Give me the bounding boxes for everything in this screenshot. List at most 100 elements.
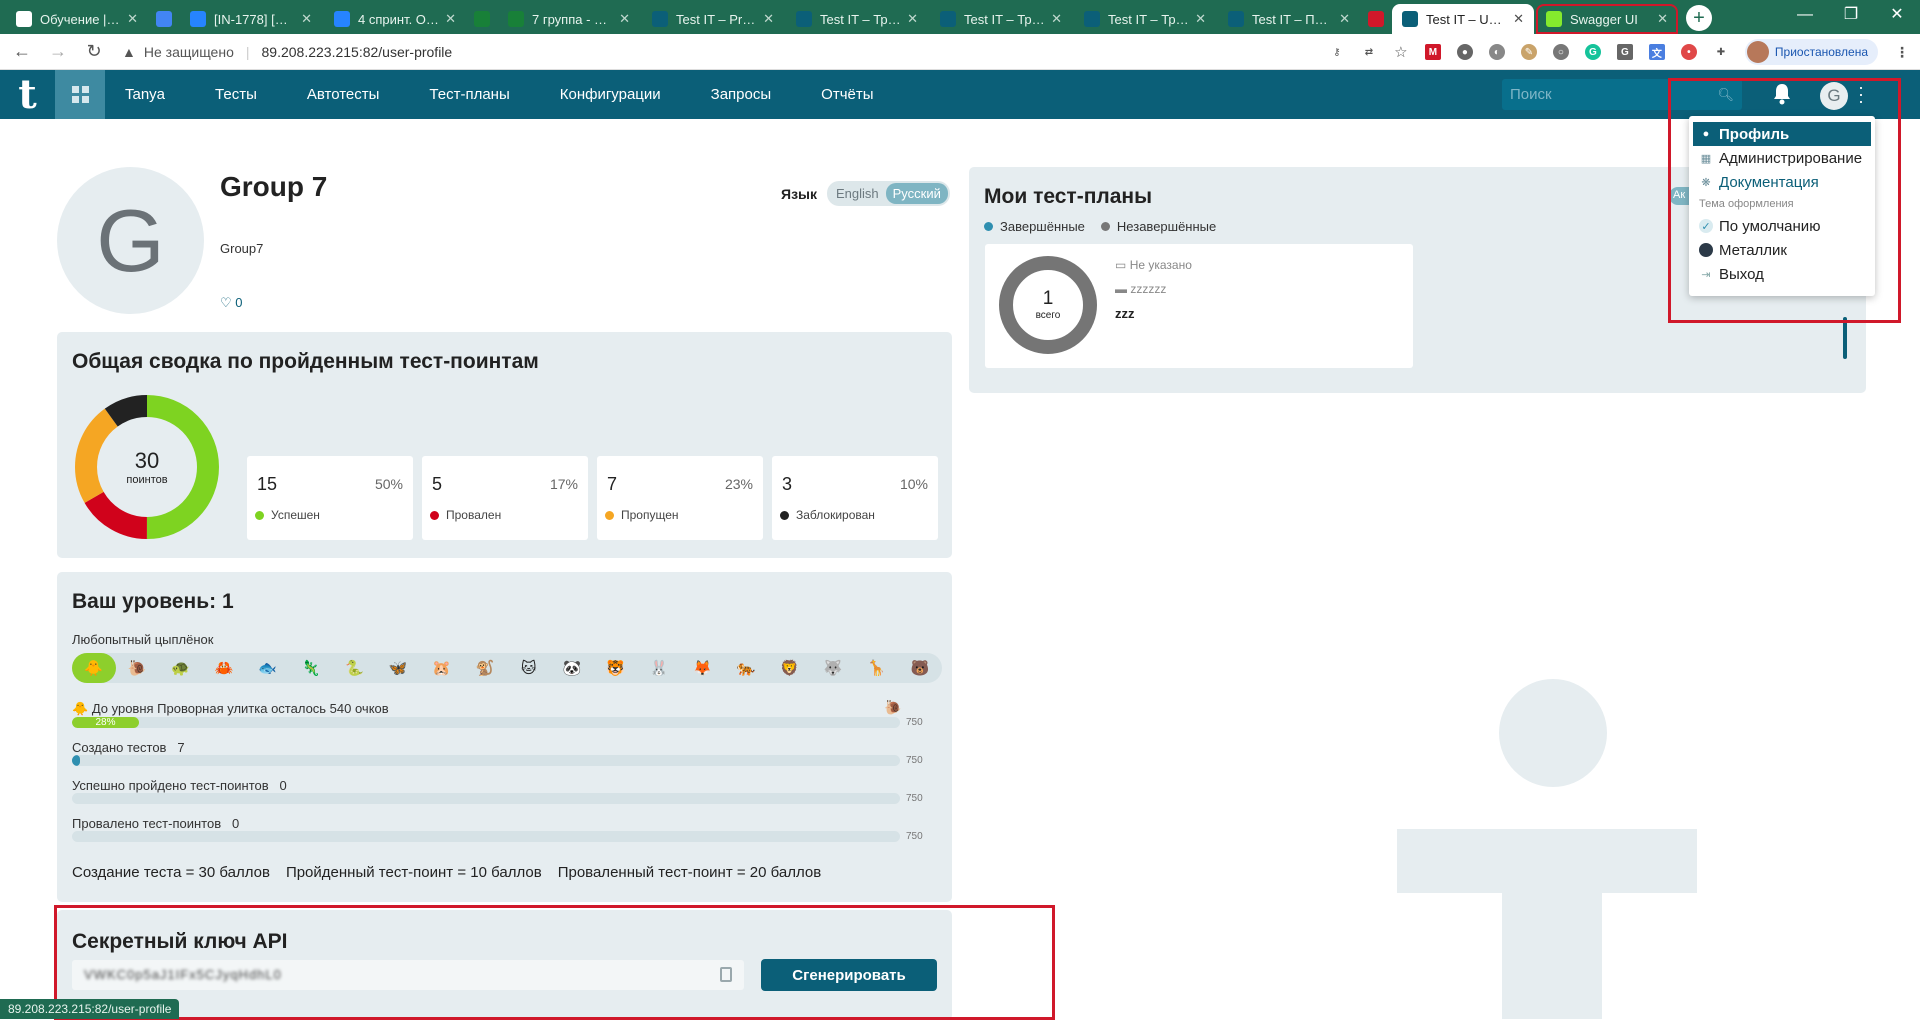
tab-close-icon[interactable]: ✕: [1339, 11, 1350, 27]
lang-english[interactable]: English: [829, 183, 886, 204]
extension-icon-3[interactable]: ○: [1552, 44, 1569, 60]
points-test-passed: Пройденный тест-поинт = 10 баллов: [285, 864, 542, 881]
star-icon[interactable]: ☆: [1393, 44, 1409, 61]
browser-tab[interactable]: Test IT – Требо ✕: [1074, 4, 1216, 34]
scroll-indicator[interactable]: [1843, 317, 1847, 359]
omnibox[interactable]: ▲ Не защищено | 89.208.223.215:82/user-p…: [122, 44, 1322, 60]
browser-tab[interactable]: [150, 4, 178, 34]
forward-icon[interactable]: →: [44, 38, 72, 66]
tab-close-icon[interactable]: ✕: [907, 11, 918, 27]
tab-close-icon[interactable]: ✕: [1513, 11, 1524, 27]
testit-logo[interactable]: t: [0, 70, 55, 119]
tab-close-icon[interactable]: ✕: [127, 11, 138, 27]
metal-theme-icon: [1699, 243, 1713, 257]
nav-link-test-plans[interactable]: Тест-планы: [429, 86, 509, 103]
menu-docs-label: Документация: [1719, 173, 1819, 191]
tab-favicon-icon: [334, 11, 350, 27]
browser-menu-icon[interactable]: ⋮: [1894, 44, 1910, 60]
extension-icon[interactable]: ◐: [1488, 44, 1505, 60]
tab-close-icon[interactable]: ✕: [1051, 11, 1062, 27]
browser-tab[interactable]: Test IT – Требо ✕: [786, 4, 928, 34]
browser-tab[interactable]: Test IT – Требо ✕: [930, 4, 1072, 34]
menu-item-logout[interactable]: ⇥ Выход: [1693, 262, 1871, 286]
tab-close-icon[interactable]: ✕: [619, 11, 630, 27]
nav-link-configurations[interactable]: Конфигурации: [560, 86, 661, 103]
browser-tab[interactable]: Test IT – Получ ✕: [1218, 4, 1360, 34]
status-bar-url: 89.208.223.215:82/user-profile: [0, 999, 180, 1019]
nav-link-requests[interactable]: Запросы: [711, 86, 772, 103]
translate-icon[interactable]: ⇄: [1361, 44, 1377, 60]
reload-icon[interactable]: ↻: [80, 38, 108, 66]
stat-failed-label: Провален: [446, 508, 502, 522]
tab-close-icon[interactable]: ✕: [445, 11, 456, 27]
tab-close-icon[interactable]: ✕: [1657, 11, 1668, 27]
plan-name: zzz: [1115, 306, 1135, 321]
menu-theme-default-label: По умолчанию: [1719, 217, 1821, 235]
level-animal-icon: 🐱: [520, 660, 537, 677]
lang-russian[interactable]: Русский: [885, 183, 948, 204]
browser-tab[interactable]: Test IT – Projec ✕: [642, 4, 784, 34]
menu-item-docs[interactable]: ❋ Документация: [1693, 170, 1871, 194]
nav-link-project[interactable]: Tanya: [125, 86, 165, 103]
back-icon[interactable]: ←: [8, 38, 36, 66]
nav-link-reports[interactable]: Отчёты: [821, 86, 873, 103]
menu-item-theme-metal[interactable]: Металлик: [1693, 238, 1871, 262]
tab-close-icon[interactable]: ✕: [763, 11, 774, 27]
browser-tab[interactable]: [468, 4, 496, 34]
highlight-box-api: [54, 905, 1055, 1020]
failed-points-max: 750: [906, 831, 923, 842]
level-animal-icon: 🐯: [606, 660, 626, 677]
panda-extension-icon[interactable]: ●: [1456, 44, 1473, 60]
tab-title: Test IT – Требо: [1108, 11, 1190, 27]
apps-grid-icon[interactable]: [55, 70, 105, 119]
level-progress-bar: 28%: [72, 717, 900, 728]
browser-tab[interactable]: 4 спринт. Обр ✕: [324, 4, 466, 34]
menu-item-theme-default[interactable]: ✓ По умолчанию: [1693, 214, 1871, 238]
extension-icon-5[interactable]: 文: [1648, 44, 1665, 60]
browser-tab[interactable]: Swagger UI ✕: [1536, 4, 1678, 34]
extension-icon-4[interactable]: G: [1616, 44, 1633, 60]
extension-icon-6[interactable]: •: [1680, 44, 1697, 60]
restore-icon[interactable]: ❐: [1828, 0, 1874, 34]
tab-close-icon[interactable]: ✕: [301, 11, 312, 27]
browser-tab[interactable]: Test IT – User p ✕: [1392, 4, 1534, 34]
level-animal-icon: 🐹: [432, 660, 452, 677]
browser-tab[interactable]: 7 группа - Goo ✕: [498, 4, 640, 34]
user-dropdown-menu: ● Профиль ▦ Администрирование ❋ Документаци…: [1689, 116, 1875, 296]
tab-close-icon[interactable]: ✕: [1195, 11, 1206, 27]
extension-icon-2[interactable]: ✎: [1520, 44, 1537, 60]
likes-counter[interactable]: ♡ 0: [220, 295, 243, 311]
menu-item-admin[interactable]: ▦ Администрирование: [1693, 146, 1871, 170]
level-animal-icon: 🐅: [736, 660, 756, 677]
nav-link-tests[interactable]: Тесты: [215, 86, 257, 103]
level-animal-icon: 🦋: [388, 660, 408, 677]
new-tab-button[interactable]: +: [1686, 5, 1712, 31]
profile-button[interactable]: Приостановлена: [1744, 39, 1878, 65]
close-window-icon[interactable]: ✕: [1874, 0, 1920, 34]
summary-title: Общая сводка по пройденным тест-поинтам: [72, 350, 539, 373]
menu-item-profile[interactable]: ● Профиль: [1693, 122, 1871, 146]
minimize-icon[interactable]: —: [1782, 0, 1828, 34]
app-navbar: t Tanya Тесты Автотесты Тест-планы Конфи…: [0, 70, 1920, 119]
browser-tab[interactable]: Обучение | Ge ✕: [6, 4, 148, 34]
tab-title: Test IT – Требо: [820, 11, 902, 27]
tab-title: 4 спринт. Обр: [358, 11, 440, 27]
grammarly-icon[interactable]: G: [1584, 44, 1601, 60]
language-switch: Язык English Русский: [781, 181, 950, 206]
level-animal-icon: 🐒: [475, 660, 495, 677]
test-plan-item[interactable]: 1 всего ▭ Не указано ▬ zzzzzz zzz: [985, 244, 1413, 368]
browser-tab[interactable]: [IN-1778] [Зап ✕: [180, 4, 322, 34]
puzzle-icon[interactable]: ✚: [1713, 44, 1729, 60]
passed-points-max: 750: [906, 793, 923, 804]
nav-link-autotests[interactable]: Автотесты: [307, 86, 380, 103]
key-icon[interactable]: ⚷: [1329, 44, 1345, 60]
tab-favicon-icon: [796, 11, 812, 27]
donut-total: 30: [134, 448, 160, 473]
stat-passed-label: Успешен: [271, 508, 320, 522]
tab-title: Test IT – Projec: [676, 11, 758, 27]
donut-center: 30 поинтов: [72, 448, 222, 486]
gmail-extension-icon[interactable]: M: [1424, 44, 1441, 60]
level-animals-track: 🐥 🐌 🐢 🦀 🐟 🦎 🐍 🦋 🐹 🐒 🐱 🐼 🐯 🐰 🦊 🐅 🦁 🐺 🦒 🐻: [72, 653, 942, 683]
tab-favicon-icon: [652, 11, 668, 27]
browser-tab[interactable]: [1362, 4, 1390, 34]
